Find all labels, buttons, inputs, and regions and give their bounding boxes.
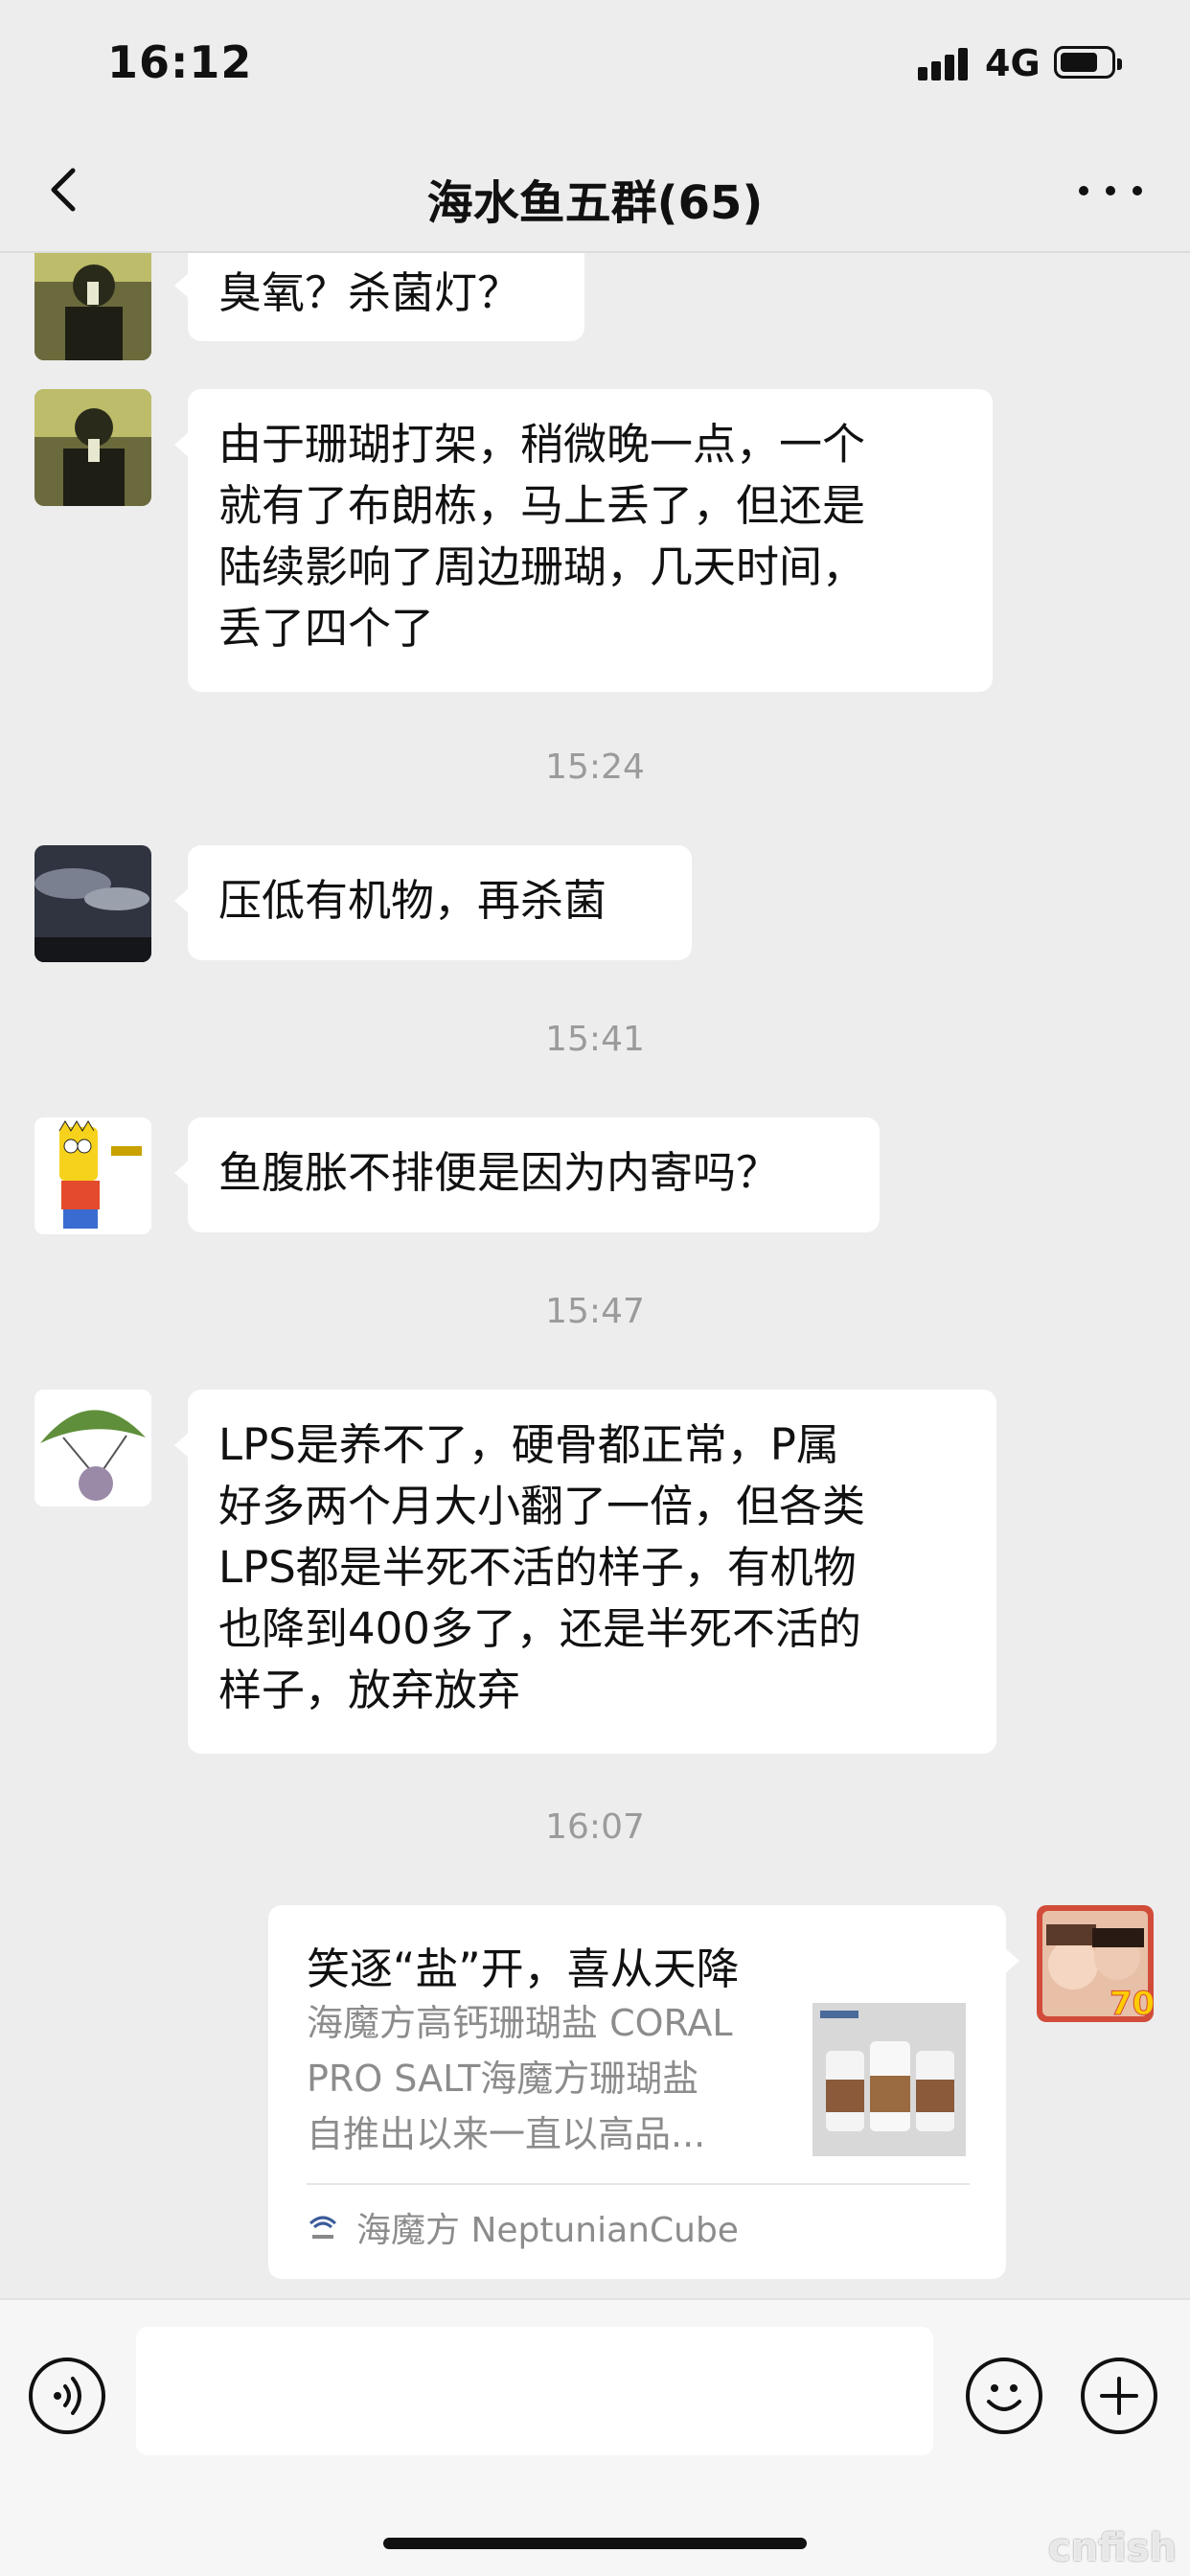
product-jars-image [812,2003,966,2156]
chat-title: 海水鱼五群(65) [426,176,764,230]
boy-photo-avatar-icon [34,389,151,506]
watermark: cnfish [1047,2526,1177,2570]
card-title: 笑逐“盐”开，喜从天降 [307,1944,740,1994]
message-input[interactable] [136,2327,933,2455]
battery-icon [1054,46,1122,79]
emoji-button[interactable] [966,2358,1042,2434]
avatar[interactable] [34,1117,151,1234]
link-card[interactable]: 笑逐“盐”开，喜从天降 海魔方高钙珊瑚盐 CORAL PRO SALT海魔方珊瑚… [268,1905,1019,2279]
plus-icon [1100,2377,1138,2415]
avatar[interactable] [34,1390,151,1506]
selfie-badge: 70 [1110,1985,1154,2022]
timestamp: 16:07 [545,1807,645,1847]
card-divider [307,2183,970,2185]
avatar[interactable]: 70 [1037,1905,1154,2022]
boy-photo-avatar-icon [34,253,151,360]
home-indicator[interactable] [383,2538,807,2549]
kids-selfie-avatar-icon: 70 [1037,1905,1154,2022]
timestamp: 15:24 [545,748,645,787]
avatar[interactable] [34,389,151,506]
card-thumbnail [812,2003,966,2156]
voice-input-button[interactable] [29,2358,105,2434]
input-bar [0,2298,1190,2576]
bart-cartoon-avatar-icon [34,1117,151,1234]
message-bubble[interactable]: 臭氧？杀菌灯？ [174,253,584,341]
chat-area[interactable]: 臭氧？杀菌灯？ 由于珊瑚打架，稍微晚一点，一个 就有了布朗栋，马上丢了，但还是 … [0,253,1190,2298]
avatar[interactable] [34,845,151,962]
message-bubble[interactable]: 压低有机物，再杀菌 [174,845,692,960]
card-description: 海魔方高钙珊瑚盐 CORAL PRO SALT海魔方珊瑚盐 自推出以来一直以高品… [307,2002,733,2155]
timestamp: 15:41 [545,1020,645,1059]
voice-icon [54,2377,81,2415]
message-bubble[interactable]: 鱼腹胀不排便是因为内寄吗？ [174,1117,880,1232]
network-type: 4G [985,42,1041,84]
leaf-globe-avatar-icon [34,1390,151,1506]
status-bar: 16:12 4G [0,0,1190,126]
avatar[interactable] [34,253,151,360]
cloudy-sky-avatar-icon [34,845,151,962]
card-source: 海魔方 NeptunianCube [356,2211,739,2250]
status-time: 16:12 [107,36,253,88]
nav-bar: 海水鱼五群(65) [0,126,1190,253]
message-bubble[interactable]: LPS是养不了，硬骨都正常，P属 好多两个月大小翻了一倍，但各类 LPS都是半死… [174,1390,996,1754]
signal-icon [918,48,970,80]
neptunian-logo-icon [309,2216,337,2239]
more-functions-button[interactable] [1081,2358,1157,2434]
message-bubble[interactable]: 由于珊瑚打架，稍微晚一点，一个 就有了布朗栋，马上丢了，但还是 陆续影响了周边珊… [174,389,993,692]
smiley-icon [987,2384,1021,2411]
more-options-button[interactable] [1079,176,1142,205]
timestamp: 15:47 [545,1292,645,1331]
